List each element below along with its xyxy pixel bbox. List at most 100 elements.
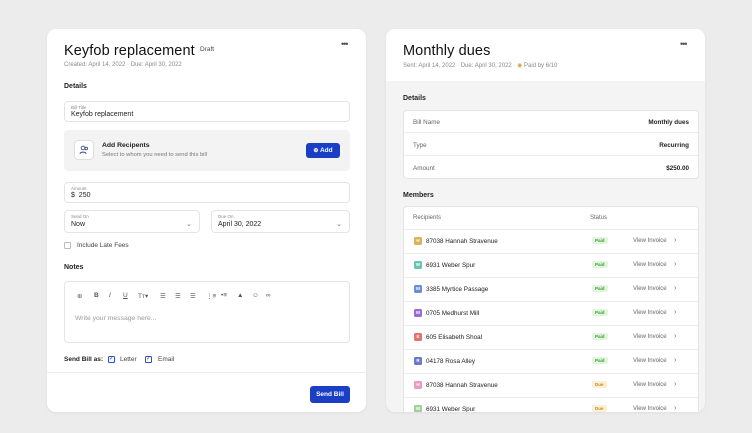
status-badge: Paid [592,237,608,244]
bullet-list-icon[interactable]: •≡ [221,292,227,299]
view-invoice-link[interactable]: View Invoice [633,406,667,412]
image-icon[interactable]: ▲ [237,292,243,299]
view-invoice-link[interactable]: View Invoice [633,262,667,268]
notes-heading: Notes [64,264,84,271]
member-row: H 87038 Hannah Stravenue Due View Invoice › [404,374,698,398]
plus-circle-icon: ⊕ [313,148,319,154]
bill-title-field[interactable]: Bill Title Keyfob replacement [64,101,350,122]
chevron-right-icon[interactable]: › [674,285,676,292]
detail-row: Type Recurring [404,134,698,156]
chevron-right-icon[interactable]: › [674,237,676,244]
details-table: Bill Name Monthly dues Type Recurring Amou… [403,110,699,179]
status-badge: Paid [592,261,608,268]
text-size-icon[interactable]: Tт▾ [138,292,148,300]
email-label: Email [158,356,175,363]
late-fees-checkbox[interactable] [64,242,71,249]
add-recipients-title: Add Recipents [102,142,150,149]
status-badge: Paid [592,357,608,364]
due-on-select[interactable]: Due On April 30, 2022 ⌄ [211,210,350,233]
view-invoice-link[interactable]: View Invoice [633,310,667,316]
ordered-list-icon[interactable]: ⋮≡ [206,292,216,300]
avatar: H [414,237,422,245]
status-badge: Paid [592,309,608,316]
members-heading: Members [403,192,434,199]
more-options-button[interactable]: ••• [341,39,349,49]
more-options-button[interactable]: ••• [680,39,688,49]
send-on-select[interactable]: Send On Now ⌄ [64,210,200,233]
send-as-label: Send Bill as: [64,356,104,363]
send-bill-button[interactable]: Send Bill [310,386,350,403]
link-icon[interactable]: ∞ [266,292,271,299]
view-invoice-link[interactable]: View Invoice [633,382,667,388]
member-row: W 6931 Weber Spur Paid View Invoice › [404,254,698,278]
detail-row: Bill Name Monthly dues [404,111,698,133]
member-row: M 3385 Myrtice Passage Paid View Invoice › [404,278,698,302]
letter-checkbox[interactable]: ✓ [108,356,115,363]
bill-dates: Sent: April 14, 2022 · Due: April 30, 20… [403,63,558,69]
status-badge: Due [592,381,607,388]
chevron-right-icon[interactable]: › [674,261,676,268]
add-recipients-panel: Add Recipents Select to whom you need to… [64,130,350,171]
avatar: M [414,309,422,317]
status-badge: Paid [592,333,608,340]
align-right-icon[interactable]: ☰ [190,292,196,300]
underline-icon[interactable]: U [123,292,128,299]
bill-view-card: Monthly dues ••• Sent: April 14, 2022 · … [386,29,705,412]
status-badge: Draft [200,46,215,53]
add-recipient-button[interactable]: ⊕ Add [306,143,340,158]
amount-field[interactable]: Amount $ 250 [64,182,350,203]
detail-row: Amount $250.00 [413,165,689,172]
view-invoice-link[interactable]: View Invoice [633,286,667,292]
emoji-icon[interactable]: ☺ [252,292,259,299]
footer-divider [47,372,366,373]
view-invoice-link[interactable]: View Invoice [633,358,667,364]
view-invoice-link[interactable]: View Invoice [633,238,667,244]
created-date: Created: April 14, 2022 · Due: April 30,… [64,62,182,68]
member-name: 0705 Medhurst Mill [426,310,480,317]
avatar: H [414,381,422,389]
members-table-header: Recipients Status [404,207,698,230]
chevron-right-icon[interactable]: › [674,405,676,412]
member-row: R 04178 Rosa Alley Paid View Invoice › [404,350,698,374]
email-checkbox[interactable]: ✓ [145,356,152,363]
chevron-down-icon: ⌄ [336,221,342,228]
view-invoice-link[interactable]: View Invoice [633,334,667,340]
italic-icon[interactable]: I [109,292,111,299]
member-row: H 87038 Hannah Stravenue Paid View Invoice › [404,230,698,254]
avatar: W [414,261,422,269]
member-name: 605 Elisabeth Shoal [426,334,483,341]
add-icon[interactable]: ⊕ [77,292,82,300]
align-left-icon[interactable]: ☰ [160,292,166,300]
avatar: M [414,285,422,293]
add-recipients-subtitle: Select to whom you need to send this bil… [102,152,208,158]
member-name: 87038 Hannah Stravenue [426,238,498,245]
status-badge: Paid [592,285,608,292]
member-row: W 6931 Weber Spur Due View Invoice › [404,398,698,412]
avatar: E [414,333,422,341]
bill-view-header: Monthly dues ••• Sent: April 14, 2022 · … [386,29,705,81]
clock-check-icon: ◉ [517,63,523,69]
member-row: M 0705 Medhurst Mill Paid View Invoice › [404,302,698,326]
details-heading: Details [64,83,87,90]
chevron-down-icon: ⌄ [186,221,192,228]
member-row: E 605 Elisabeth Shoal Paid View Invoice › [404,326,698,350]
avatar: R [414,357,422,365]
status-badge: Due [592,405,607,412]
member-name: 3385 Myrtice Passage [426,286,489,293]
members-table: Recipients Status H 87038 Hannah Stravenu… [403,206,699,412]
chevron-right-icon[interactable]: › [674,357,676,364]
bill-title: Keyfob replacement [64,43,195,59]
bold-icon[interactable]: B [94,292,99,299]
chevron-right-icon[interactable]: › [674,333,676,340]
chevron-right-icon[interactable]: › [674,309,676,316]
member-name: 6931 Weber Spur [426,406,476,412]
late-fees-label: Include Late Fees [77,242,129,249]
member-name: 87038 Hannah Stravenue [426,382,498,389]
editor-placeholder: Write your message here... [75,315,157,322]
avatar: W [414,405,422,412]
notes-editor[interactable]: ⊕ B I U Tт▾ ☰ ☰ ☰ ⋮≡ •≡ ▲ ☺ ∞ Write your… [64,281,350,343]
member-name: 6931 Weber Spur [426,262,476,269]
letter-label: Letter [120,356,137,363]
align-center-icon[interactable]: ☰ [175,292,181,300]
chevron-right-icon[interactable]: › [674,381,676,388]
